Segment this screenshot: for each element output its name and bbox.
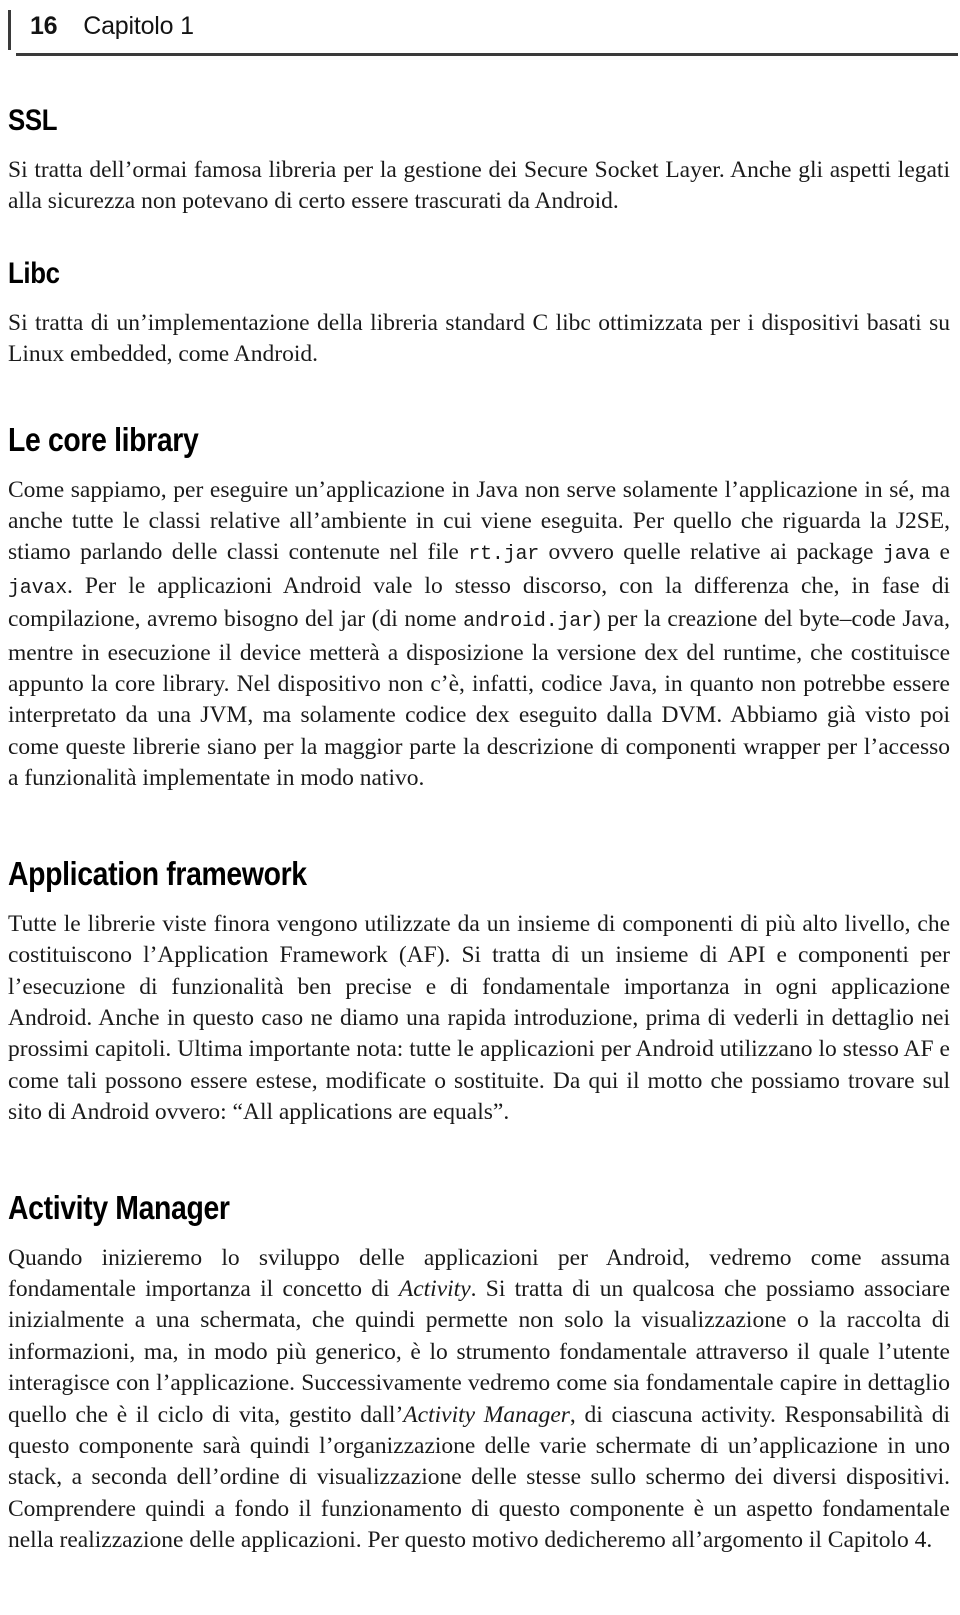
text-column: SSL Si tratta dell’ormai famosa libreria… bbox=[0, 106, 960, 1557]
section-paragraph-application-framework: Tutte le librerie viste finora vengono u… bbox=[8, 910, 950, 1126]
paragraph-text-run: ovvero quelle relative ai package bbox=[539, 539, 883, 566]
inline-code-android-jar: android.jar bbox=[463, 610, 593, 634]
section-heading-application-framework: Application framework bbox=[8, 854, 307, 892]
paragraph-text-run: ) per la creazione del byte–code Java, m… bbox=[8, 606, 950, 792]
section-paragraph-libc: Si tratta di un’implementazione della li… bbox=[8, 309, 950, 368]
section-paragraph-ssl: Si tratta dell’ormai famosa libreria per… bbox=[8, 157, 950, 215]
running-head-horizontal-rule bbox=[16, 53, 958, 56]
italic-term-activity-manager: Activity Manager bbox=[403, 1401, 570, 1428]
italic-term-activity: Activity bbox=[398, 1275, 471, 1302]
page-number: 16 bbox=[30, 12, 58, 40]
running-head-content: 16 Capitolo 1 bbox=[8, 8, 194, 41]
section-paragraph-le-core-library: Come sappiamo, per eseguire un’applicazi… bbox=[8, 475, 950, 795]
section-heading-libc: Libc bbox=[8, 256, 60, 290]
section-heading-ssl: SSL bbox=[8, 104, 58, 137]
section-paragraph-activity-manager: Quando inizieremo lo sviluppo delle appl… bbox=[8, 1243, 950, 1557]
inline-code-javax: javax bbox=[8, 576, 68, 600]
chapter-label: Capitolo 1 bbox=[83, 12, 194, 40]
inline-code-rt-jar: rt.jar bbox=[468, 543, 540, 567]
book-page: 16 Capitolo 1 SSL Si tratta dell’ormai f… bbox=[0, 8, 960, 1615]
paragraph-text-run: e bbox=[930, 539, 950, 566]
running-head: 16 Capitolo 1 bbox=[8, 8, 958, 56]
inline-code-java: java bbox=[882, 543, 931, 567]
running-head-vertical-rule bbox=[8, 10, 11, 50]
section-heading-activity-manager: Activity Manager bbox=[8, 1188, 230, 1226]
section-heading-le-core-library: Le core library bbox=[8, 420, 199, 458]
